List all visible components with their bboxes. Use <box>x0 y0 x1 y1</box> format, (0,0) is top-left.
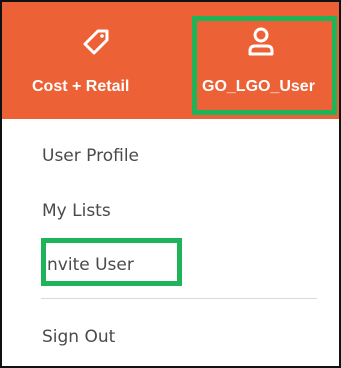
menu-item-my-lists[interactable]: My Lists <box>42 201 111 221</box>
user-account-nav-button[interactable]: GO_LGO_User <box>190 2 339 119</box>
user-icon <box>248 27 274 56</box>
price-tag-icon <box>83 29 109 55</box>
menu-item-sign-out[interactable]: Sign Out <box>42 327 115 347</box>
menu-item-user-profile[interactable]: User Profile <box>42 146 139 166</box>
top-nav-bar: Cost + Retail GO_LGO_User <box>2 2 339 119</box>
menu-divider <box>41 298 317 299</box>
screenshot-frame: Cost + Retail GO_LGO_User User Profile M… <box>0 0 341 368</box>
menu-item-invite-user[interactable]: Invite User <box>42 255 134 275</box>
cost-retail-nav-button[interactable]: Cost + Retail <box>2 2 190 119</box>
user-name-label: GO_LGO_User <box>202 78 315 95</box>
user-dropdown-menu: User Profile My Lists Invite User Sign O… <box>24 119 339 366</box>
cost-retail-label: Cost + Retail <box>32 78 130 95</box>
